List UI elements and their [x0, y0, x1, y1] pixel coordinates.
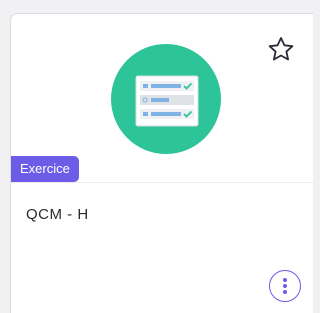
quiz-checklist-illustration [111, 44, 221, 154]
favorite-button[interactable] [265, 34, 297, 66]
type-badge: Exercice [11, 156, 79, 182]
card-divider [11, 182, 314, 183]
card-thumbnail[interactable]: Exercice [11, 14, 314, 182]
star-outline-icon [268, 37, 294, 61]
more-options-button[interactable] [269, 270, 301, 302]
exercise-card[interactable]: Exercice QCM - H [10, 13, 314, 313]
card-title[interactable]: QCM - H [26, 206, 89, 223]
